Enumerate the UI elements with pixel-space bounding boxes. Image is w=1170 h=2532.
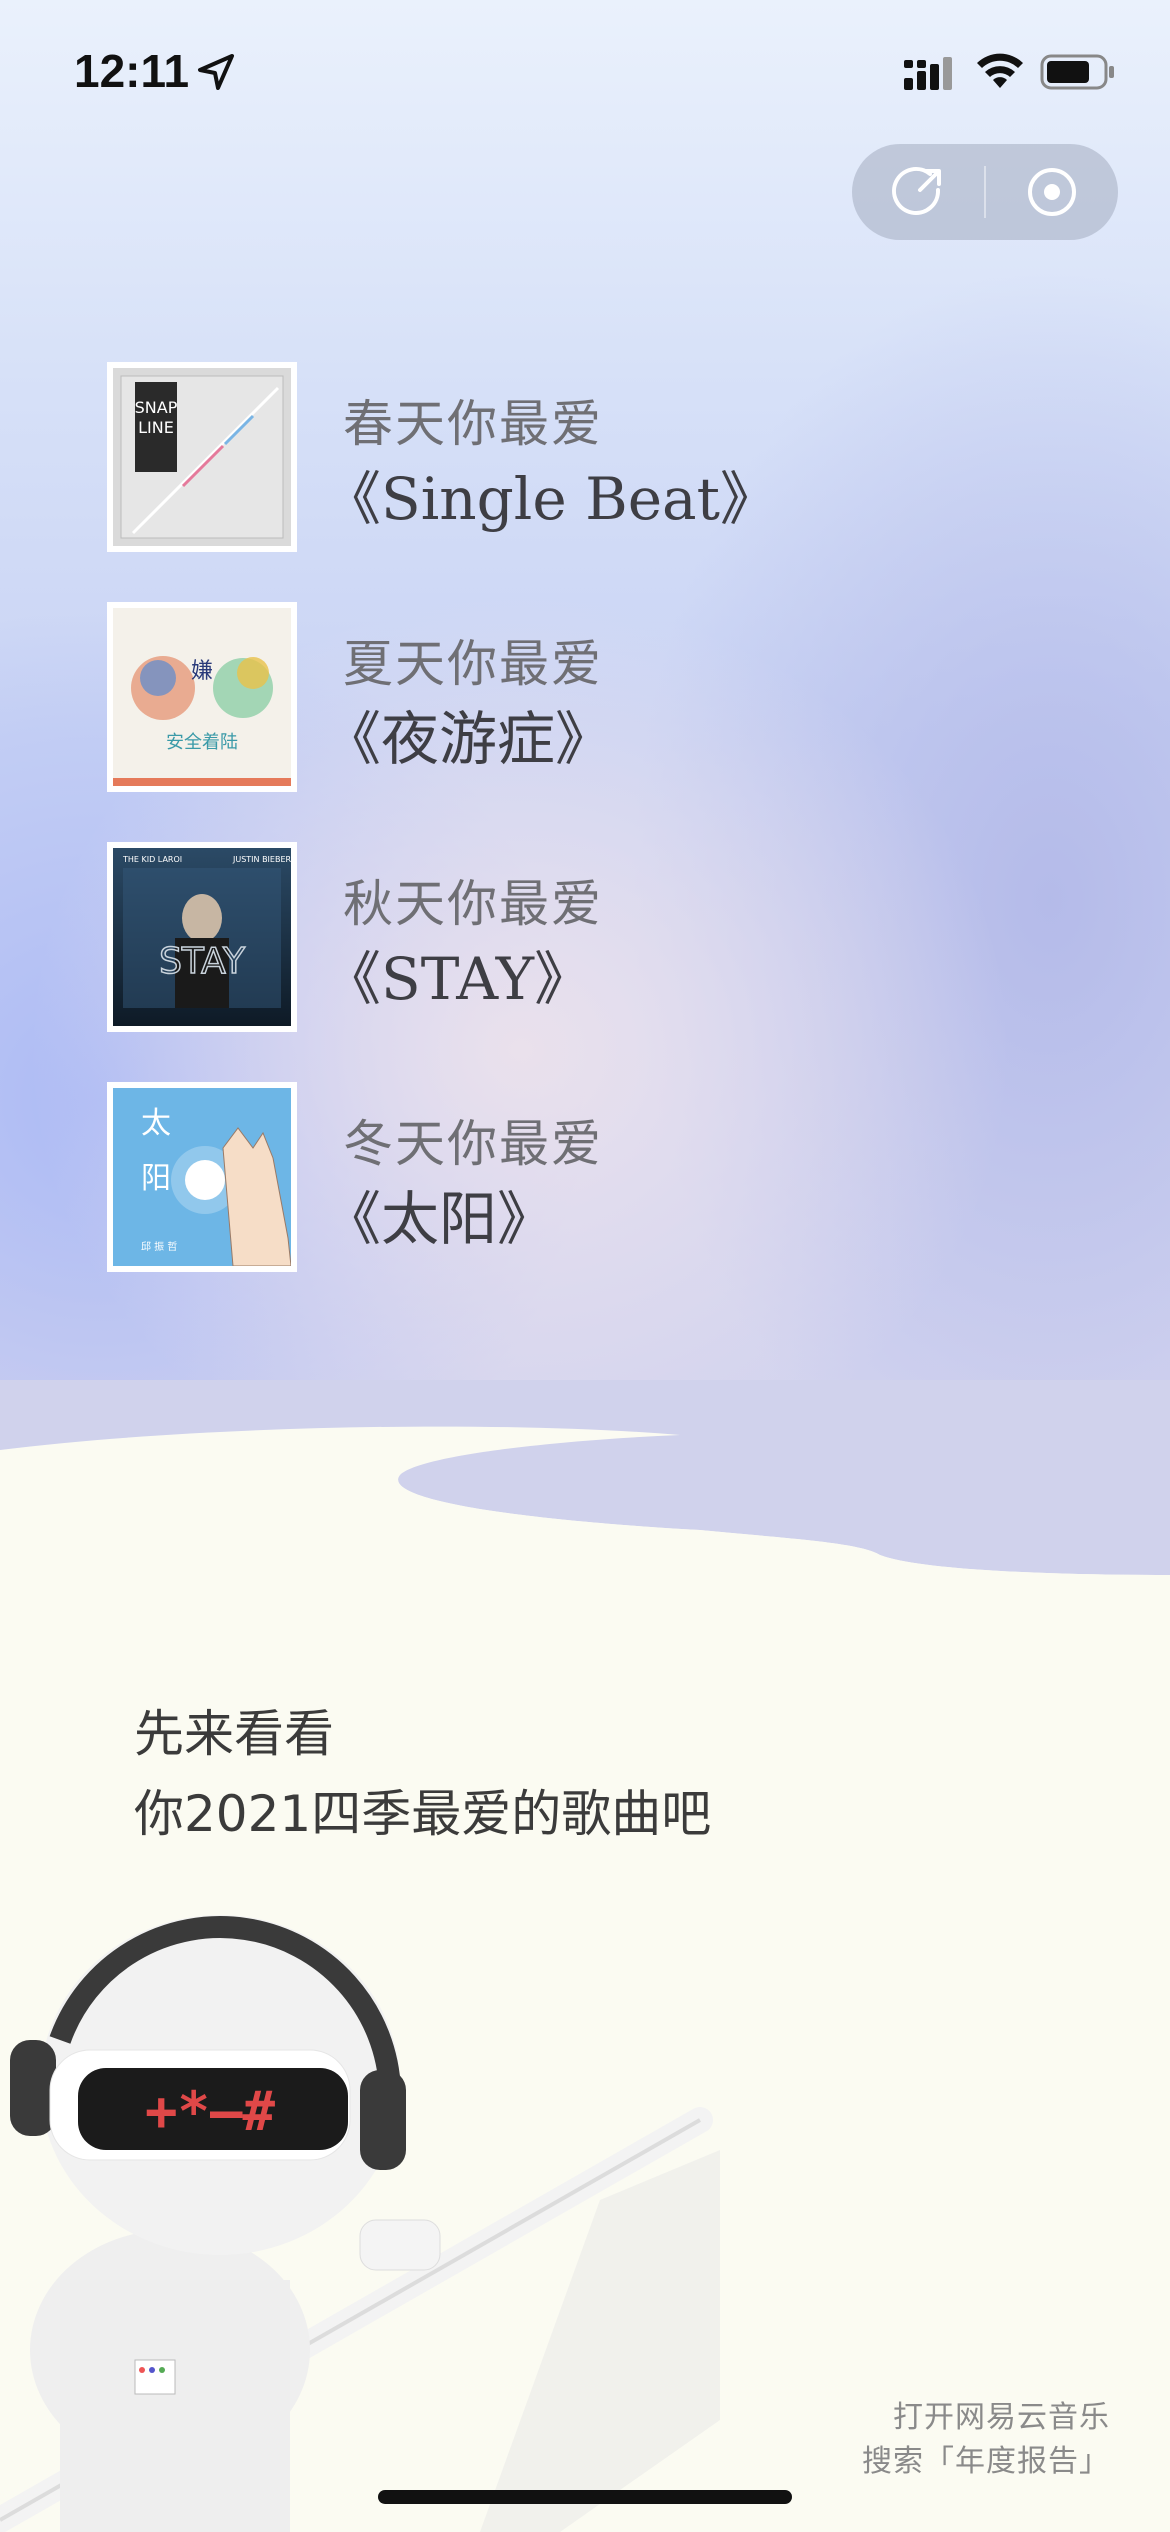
svg-text:STAY: STAY xyxy=(159,941,246,982)
snap-line-album-cover: SNAP LINE xyxy=(107,362,297,552)
season-label: 冬天你最爱 xyxy=(343,1115,603,1173)
song-item-winter[interactable]: 太 阳 邱 振 哲 冬天你最爱 《太阳》 xyxy=(107,1082,987,1272)
status-time: 12:11 xyxy=(74,45,190,97)
song-title: 《STAY》 xyxy=(323,945,593,1013)
svg-text:THE KID LAROI: THE KID LAROI xyxy=(122,855,182,864)
mini-program-capsule xyxy=(852,144,1118,240)
svg-text:LINE: LINE xyxy=(138,418,174,437)
svg-text:SNAP: SNAP xyxy=(135,398,178,417)
svg-text:+*—#: +*—# xyxy=(145,2080,276,2143)
signal-icon xyxy=(904,57,952,90)
intro-line-1: 先来看看 xyxy=(134,1705,334,1763)
intro-line-2: 你2021四季最爱的歌曲吧 xyxy=(134,1785,712,1843)
share-button[interactable] xyxy=(852,144,984,240)
footer-search-hint: 搜索「年度报告」 xyxy=(862,2444,1110,2479)
song-item-summer[interactable]: 嫌 安全着陆 夏天你最爱 《夜游症》 xyxy=(107,602,987,792)
song-item-spring[interactable]: SNAP LINE 春天你最爱 《Single Beat》 xyxy=(107,362,987,552)
svg-text:阳: 阳 xyxy=(141,1161,171,1196)
close-button[interactable] xyxy=(986,144,1118,240)
anquan-album-cover: 嫌 安全着陆 xyxy=(107,602,297,792)
wave-divider xyxy=(0,1380,1170,1640)
home-indicator[interactable] xyxy=(378,2490,792,2504)
song-title: 《太阳》 xyxy=(323,1185,556,1253)
close-target-icon xyxy=(1028,168,1076,216)
stay-album-cover: STAY THE KID LAROI JUSTIN BIEBER xyxy=(107,842,297,1032)
svg-text:太: 太 xyxy=(141,1106,171,1141)
battery-icon xyxy=(1040,54,1114,90)
footer-open-app: 打开网易云音乐 xyxy=(893,2400,1110,2435)
svg-text:JUSTIN BIEBER: JUSTIN BIEBER xyxy=(232,855,291,864)
wifi-icon xyxy=(977,53,1023,88)
song-title: 《Single Beat》 xyxy=(323,465,778,533)
robot-mascot: +*—# xyxy=(0,1915,720,2532)
season-label: 夏天你最爱 xyxy=(343,635,603,693)
location-arrow-icon xyxy=(198,54,234,90)
season-label: 春天你最爱 xyxy=(343,395,603,453)
season-label: 秋天你最爱 xyxy=(343,875,603,933)
share-icon xyxy=(892,166,941,215)
taiyang-album-cover: 太 阳 邱 振 哲 xyxy=(107,1082,297,1272)
svg-text:安全着陆: 安全着陆 xyxy=(166,732,238,753)
song-item-autumn[interactable]: STAY THE KID LAROI JUSTIN BIEBER 秋天你最爱 《… xyxy=(107,842,987,1032)
song-title: 《夜游症》 xyxy=(323,705,614,773)
svg-text:邱 振 哲: 邱 振 哲 xyxy=(141,1240,177,1253)
svg-text:嫌: 嫌 xyxy=(191,659,213,684)
